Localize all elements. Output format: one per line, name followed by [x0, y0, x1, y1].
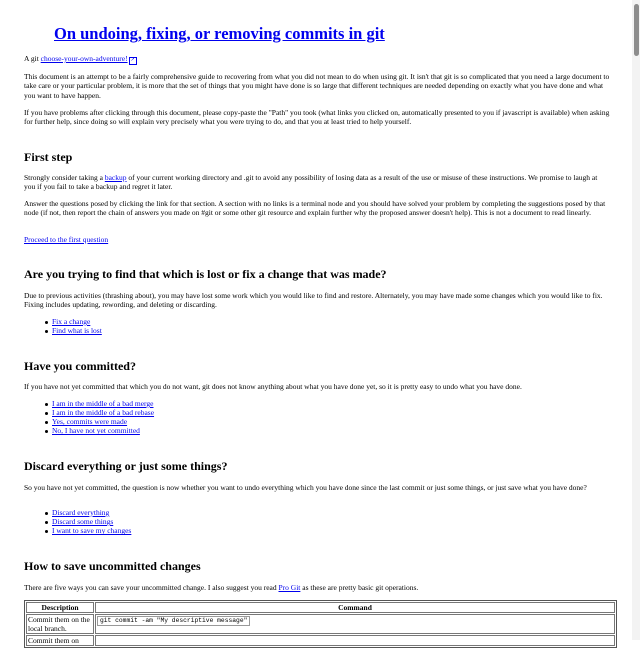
- save-changes-text-before: There are five ways you can save your un…: [24, 583, 279, 592]
- list-item: I want to save my changes: [44, 526, 131, 535]
- save-changes-text-after: as these are pretty basic git operations…: [300, 583, 419, 592]
- table-row: Commit them on: [26, 635, 615, 646]
- discard-everything-link[interactable]: Discard everything: [52, 508, 109, 517]
- lost-or-fix-heading: Are you trying to find that which is los…: [24, 267, 387, 281]
- committed-text: If you have not yet committed that which…: [24, 382, 522, 391]
- discard-heading: Discard everything or just some things?: [24, 459, 228, 473]
- list-item: Fix a change: [45, 317, 102, 326]
- pro-git-link[interactable]: Pro Git: [279, 583, 301, 592]
- save-changes-text: There are five ways you can save your un…: [24, 583, 610, 592]
- list-item: Find what is lost: [45, 326, 102, 335]
- choose-your-own-adventure-link[interactable]: choose-your-own-adventure!: [41, 54, 128, 63]
- first-step-text-before: Strongly consider taking a: [24, 173, 105, 182]
- list-item: No, I have not yet committed: [44, 426, 154, 435]
- table-header-row: Description Command: [26, 602, 615, 613]
- row-command-cell: [95, 635, 615, 646]
- first-step-paragraph-2: Answer the questions posed by clicking t…: [24, 199, 606, 218]
- intro-lead-text: A git: [24, 54, 41, 63]
- not-yet-committed-link[interactable]: No, I have not yet committed: [52, 426, 140, 435]
- discard-text: So you have not yet committed, the quest…: [24, 483, 587, 492]
- list-item: Discard some things: [44, 517, 131, 526]
- save-methods-table: Description Command Commit them on the l…: [24, 600, 617, 648]
- intro-paragraph-2: If you have problems after clicking thro…: [24, 108, 610, 127]
- list-item: Discard everything: [44, 508, 131, 517]
- first-step-paragraph-1: Strongly consider taking a backup of you…: [24, 173, 610, 192]
- commits-were-made-link[interactable]: Yes, commits were made: [52, 417, 127, 426]
- command-code[interactable]: git commit -am "My descriptive message": [97, 616, 251, 626]
- proceed-first-question-link[interactable]: Proceed to the first question: [24, 235, 108, 244]
- committed-list: I am in the middle of a bad merge I am i…: [44, 399, 154, 435]
- lost-or-fix-list: Fix a change Find what is lost: [45, 317, 102, 335]
- list-item: Yes, commits were made: [44, 417, 154, 426]
- row-description: Commit them on the local branch.: [26, 614, 94, 634]
- find-what-is-lost-link[interactable]: Find what is lost: [52, 326, 102, 335]
- external-link-icon[interactable]: ↗: [128, 57, 137, 65]
- page-title: On undoing, fixing, or removing commits …: [54, 24, 385, 43]
- save-changes-heading: How to save uncommitted changes: [24, 559, 201, 573]
- description-column-header: Description: [26, 602, 94, 613]
- proceed-line: Proceed to the first question: [24, 235, 610, 244]
- list-item: I am in the middle of a bad merge: [44, 399, 154, 408]
- row-command-cell: git commit -am "My descriptive message": [95, 614, 615, 634]
- intro-line: A git choose-your-own-adventure! ↗: [24, 54, 610, 65]
- intro-paragraph-1: This document is an attempt to be a fair…: [24, 72, 610, 100]
- save-my-changes-link[interactable]: I want to save my changes: [52, 526, 131, 535]
- vertical-scrollbar[interactable]: [632, 0, 640, 640]
- row-description: Commit them on: [26, 635, 94, 646]
- backup-link[interactable]: backup: [105, 173, 127, 182]
- bad-rebase-link[interactable]: I am in the middle of a bad rebase: [52, 408, 154, 417]
- lost-or-fix-text: Due to previous activities (thrashing ab…: [24, 291, 603, 310]
- scrollbar-thumb[interactable]: [634, 4, 639, 56]
- committed-heading: Have you committed?: [24, 359, 136, 373]
- page-title-link[interactable]: On undoing, fixing, or removing commits …: [54, 24, 385, 43]
- list-item: I am in the middle of a bad rebase: [44, 408, 154, 417]
- first-step-heading: First step: [24, 150, 73, 164]
- fix-a-change-link[interactable]: Fix a change: [52, 317, 90, 326]
- command-column-header: Command: [95, 602, 615, 613]
- discard-some-things-link[interactable]: Discard some things: [52, 517, 113, 526]
- discard-list: Discard everything Discard some things I…: [44, 508, 131, 535]
- table-row: Commit them on the local branch. git com…: [26, 614, 615, 634]
- bad-merge-link[interactable]: I am in the middle of a bad merge: [52, 399, 154, 408]
